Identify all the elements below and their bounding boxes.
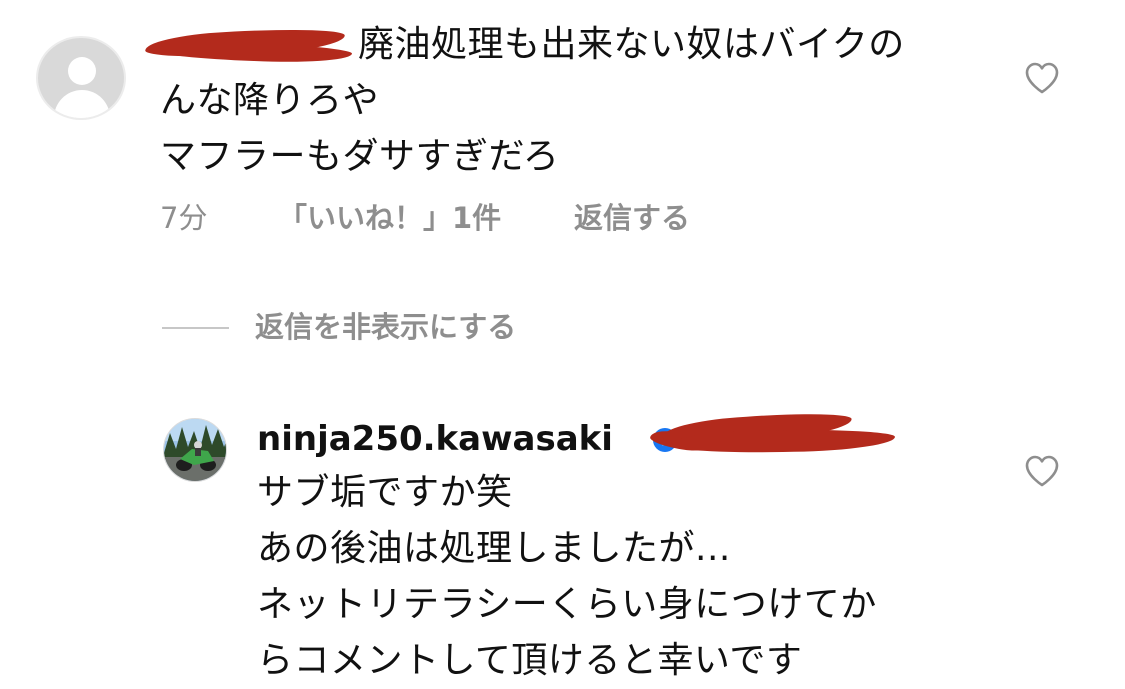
hide-replies-label: 返信を非表示にする [255, 310, 517, 344]
reply-username[interactable]: ninja250.kawasaki [257, 414, 613, 464]
reply-button[interactable]: 返信する [574, 196, 690, 240]
reply-avatar[interactable] [163, 418, 227, 482]
default-avatar-body [54, 90, 110, 118]
reply-line: あの後油は処理しましたが... [257, 528, 731, 569]
reply-line: サブ垢ですか笑 [257, 472, 513, 513]
comment-line: マフラーもダサすぎだろ [160, 136, 560, 177]
comment-body: 廃油処理も出来ない奴はバイクの んな降りろや マフラーもダサすぎだろ [160, 17, 980, 185]
default-avatar-head [68, 57, 96, 85]
comment-timestamp: 7分 [160, 201, 208, 235]
comment-line: んな降りろや [160, 80, 380, 121]
comment-line: 廃油処理も出来ない奴はバイクの [358, 24, 905, 65]
like-heart-icon[interactable] [1024, 61, 1060, 95]
reply-line: らコメントして頂けると幸いです [257, 640, 803, 681]
reply-body: サブ垢ですか笑 あの後油は処理しましたが... ネットリテラシーくらい身につけて… [257, 465, 977, 689]
reply-line: ネットリテラシーくらい身につけてか [257, 584, 877, 625]
like-heart-icon[interactable] [1024, 454, 1060, 488]
motorcycle-photo-icon [164, 419, 226, 481]
like-count-link[interactable]: 「いいね！」1件 [278, 196, 501, 240]
commenter-avatar[interactable] [36, 36, 126, 120]
divider-line [162, 327, 229, 329]
